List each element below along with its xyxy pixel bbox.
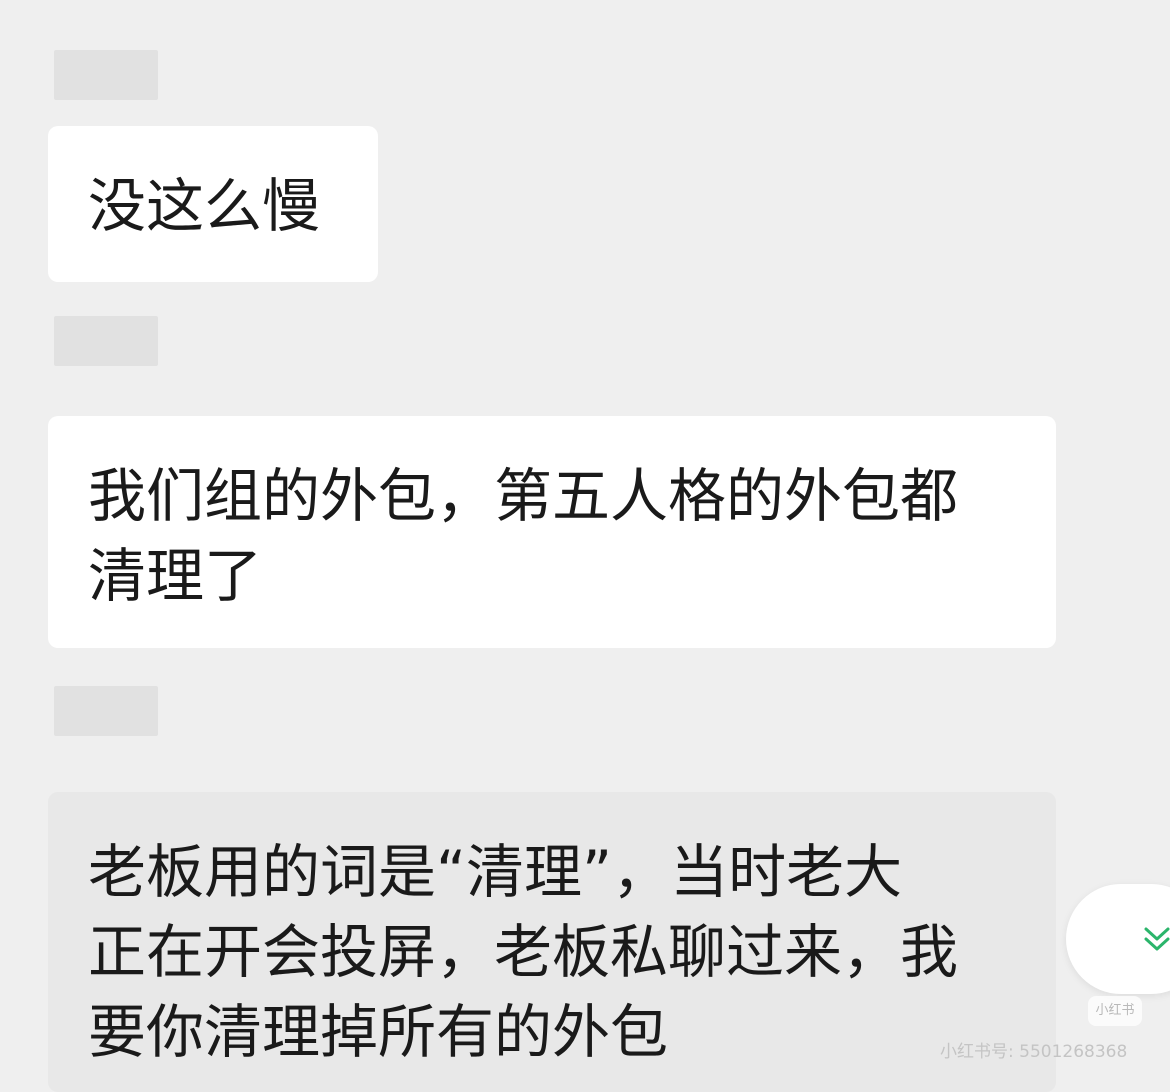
watermark-id: 小红书号: 5501268368 [940,1042,1128,1062]
watermark-logo: 小红书 [1088,996,1142,1026]
scroll-to-bottom-button[interactable] [1066,884,1170,994]
message-text: 没这么慢 [88,172,321,240]
chat-message-list[interactable]: 没这么慢 我们组的外包，第五人格的外包都 清理了 老板用的词是“清理”，当时老大… [0,0,1170,1092]
message-text: 我们组的外包，第五人格的外包都 清理了 [88,462,959,610]
message-bubble[interactable]: 没这么慢 [48,126,378,282]
message-bubble[interactable]: 我们组的外包，第五人格的外包都 清理了 [48,416,1056,648]
blurred-sender-name [54,686,158,736]
double-chevron-down-icon [1144,927,1170,951]
message-text: 老板用的词是“清理”，当时老大 正在开会投屏，老板私聊过来，我 要你清理掉所有的… [88,838,959,1066]
blurred-sender-name [54,316,158,366]
message-bubble[interactable]: 老板用的词是“清理”，当时老大 正在开会投屏，老板私聊过来，我 要你清理掉所有的… [48,792,1056,1092]
blurred-sender-name [54,50,158,100]
